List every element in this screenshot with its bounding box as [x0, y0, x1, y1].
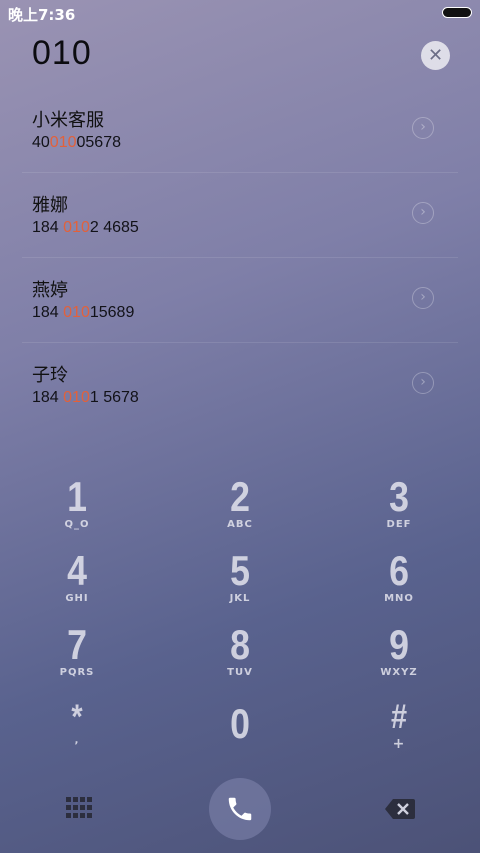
key-digit: 6 — [389, 547, 409, 594]
key-2[interactable]: 2 ABC — [185, 476, 295, 546]
number-prefix: 184 — [32, 219, 64, 236]
backspace-button[interactable] — [384, 798, 416, 820]
key-1[interactable]: 1 Q_O — [22, 476, 132, 546]
number-suffix: 05678 — [76, 134, 122, 151]
key-digit: # — [390, 698, 408, 736]
dialed-number-display[interactable]: 010 — [32, 34, 92, 73]
contact-number: 184 0102 4685 — [32, 219, 139, 237]
contact-number: 4001005678 — [32, 134, 121, 152]
key-digit: 3 — [389, 473, 409, 520]
contact-suggestion-list: 小米客服 4001005678 › 雅娜 184 0102 4685 › 燕婷 … — [22, 88, 458, 427]
key-letters: TUV — [227, 667, 253, 678]
key-5[interactable]: 5 JKL — [185, 550, 295, 620]
key-digit: 5 — [230, 547, 250, 594]
key-digit: 4 — [67, 547, 87, 594]
chevron-right-icon[interactable]: › — [412, 287, 434, 309]
clear-input-button[interactable]: ✕ — [421, 41, 450, 70]
number-suffix: 2 4685 — [89, 219, 139, 236]
chevron-right-icon[interactable]: › — [412, 117, 434, 139]
number-prefix: 40 — [32, 134, 50, 151]
key-6[interactable]: 6 MNO — [344, 550, 454, 620]
status-bar: 晚上7:36 — [0, 0, 480, 26]
key-9[interactable]: 9 WXYZ — [344, 624, 454, 694]
contact-name: 燕婷 — [32, 280, 68, 301]
call-button[interactable] — [209, 778, 271, 840]
key-digit: 1 — [67, 473, 87, 520]
key-digit: 7 — [67, 621, 87, 668]
key-letters: Q_O — [64, 519, 90, 530]
number-prefix: 184 — [32, 389, 64, 406]
contact-name: 雅娜 — [32, 195, 68, 216]
key-digit: 2 — [230, 473, 250, 520]
key-3[interactable]: 3 DEF — [344, 476, 454, 546]
backspace-icon — [385, 799, 415, 819]
contact-item[interactable]: 子玲 184 0101 5678 › — [22, 343, 458, 427]
key-letters: ABC — [227, 519, 253, 530]
phone-icon — [228, 797, 252, 821]
key-letters: JKL — [229, 593, 251, 604]
chevron-right-icon[interactable]: › — [412, 202, 434, 224]
key-hash[interactable]: # + — [344, 699, 454, 769]
contact-number: 184 01015689 — [32, 304, 134, 322]
key-letters: + — [392, 736, 406, 752]
key-letters: DEF — [386, 519, 412, 530]
key-letters: PQRS — [59, 667, 95, 678]
key-digit: * — [71, 698, 83, 736]
number-match: 010 — [49, 134, 77, 151]
number-suffix: 1 5678 — [89, 389, 139, 406]
chevron-right-icon[interactable]: › — [412, 372, 434, 394]
key-star[interactable]: *, — [22, 700, 132, 770]
bottom-action-bar — [0, 770, 480, 853]
dialpad-grid-icon[interactable] — [66, 797, 92, 819]
number-prefix: 184 — [32, 304, 64, 321]
contact-item[interactable]: 燕婷 184 01015689 › — [22, 258, 458, 343]
status-time: 晚上7:36 — [8, 6, 76, 24]
key-digit: 9 — [389, 621, 409, 668]
key-digit: 8 — [230, 621, 250, 668]
number-match: 010 — [63, 304, 90, 321]
contact-name: 子玲 — [32, 365, 68, 386]
key-8[interactable]: 8 TUV — [185, 624, 295, 694]
contact-number: 184 0101 5678 — [32, 389, 139, 407]
key-4[interactable]: 4 GHI — [22, 550, 132, 620]
battery-icon — [442, 7, 472, 18]
key-letters: GHI — [65, 593, 89, 604]
key-0[interactable]: 0 — [185, 703, 295, 773]
contact-name: 小米客服 — [32, 110, 104, 131]
close-icon: ✕ — [427, 45, 444, 66]
key-letters: WXYZ — [380, 667, 418, 678]
key-letters: , — [74, 735, 80, 746]
key-digit: 0 — [230, 700, 250, 747]
contact-item[interactable]: 小米客服 4001005678 › — [22, 88, 458, 173]
key-letters: MNO — [384, 593, 414, 604]
number-match: 010 — [63, 389, 90, 406]
contact-item[interactable]: 雅娜 184 0102 4685 › — [22, 173, 458, 258]
number-match: 010 — [63, 219, 90, 236]
number-suffix: 15689 — [89, 304, 135, 321]
key-7[interactable]: 7 PQRS — [22, 624, 132, 694]
